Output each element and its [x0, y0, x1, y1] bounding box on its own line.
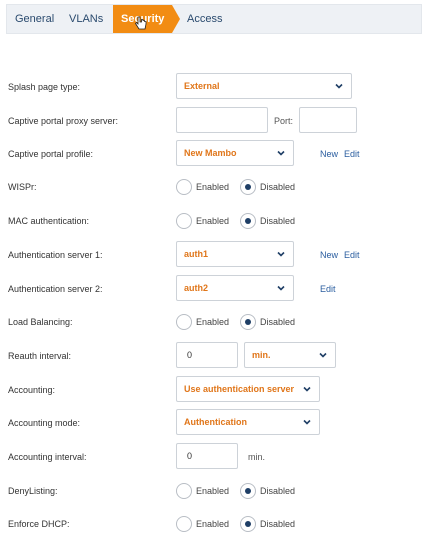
- port-input[interactable]: [299, 107, 357, 133]
- auth-server-2-edit-link[interactable]: Edit: [320, 275, 336, 303]
- accounting-interval-unit: min.: [248, 452, 266, 462]
- row-reauth-interval: Reauth interval: 0 min.: [0, 342, 427, 370]
- mac-auth-enabled-label: Enabled: [196, 216, 230, 226]
- load-balancing-label: Load Balancing:: [8, 317, 73, 327]
- accounting-label: Accounting:: [8, 385, 56, 395]
- accounting-interval-label: Accounting interval:: [8, 452, 87, 462]
- splash-page-type-select[interactable]: External: [176, 73, 352, 99]
- auth-server-1-select[interactable]: auth1: [176, 241, 294, 267]
- captive-profile-edit-link[interactable]: Edit: [344, 140, 360, 168]
- accounting-interval-input[interactable]: 0: [176, 443, 238, 469]
- splash-page-type-label: Splash page type:: [8, 82, 81, 92]
- chevron-down-icon: [277, 251, 285, 257]
- load-balancing-enabled-radio[interactable]: [176, 314, 192, 330]
- enforce-dhcp-enabled-label: Enabled: [196, 519, 230, 529]
- captive-proxy-label: Captive portal proxy server:: [8, 116, 119, 126]
- captive-profile-new-link[interactable]: New: [320, 140, 338, 168]
- captive-profile-label: Captive portal profile:: [8, 149, 94, 159]
- wispr-label: WISPr:: [8, 182, 37, 192]
- port-label: Port:: [274, 116, 294, 126]
- chevron-down-icon: [303, 419, 311, 425]
- enforce-dhcp-enabled-radio[interactable]: [176, 516, 192, 532]
- mac-auth-disabled-label: Disabled: [260, 216, 296, 226]
- chevron-down-icon: [335, 83, 343, 89]
- wispr-disabled-radio[interactable]: [240, 179, 256, 195]
- reauth-interval-value: 0: [187, 350, 193, 360]
- mac-auth-label: MAC authentication:: [8, 216, 90, 226]
- auth-server-2-select[interactable]: auth2: [176, 275, 294, 301]
- auth-server-2-value: auth2: [184, 283, 209, 293]
- row-auth-server-2: Authentication server 2: auth2 Edit: [0, 275, 427, 303]
- row-captive-portal-profile: Captive portal profile: New Mambo New Ed…: [0, 140, 427, 168]
- reauth-unit-value: min.: [252, 350, 271, 360]
- hand-cursor-icon: [135, 16, 147, 30]
- row-accounting: Accounting: Use authentication server: [0, 376, 427, 404]
- row-accounting-interval: Accounting interval: 0 min.: [0, 443, 427, 471]
- auth-server-1-value: auth1: [184, 249, 209, 259]
- row-wispr: WISPr: Enabled Disabled: [0, 173, 427, 201]
- captive-profile-value: New Mambo: [184, 148, 237, 158]
- row-accounting-mode: Accounting mode: Authentication: [0, 409, 427, 437]
- mac-auth-enabled-radio[interactable]: [176, 213, 192, 229]
- enforce-dhcp-disabled-radio[interactable]: [240, 516, 256, 532]
- wispr-enabled-radio[interactable]: [176, 179, 192, 195]
- deny-listing-enabled-label: Enabled: [196, 486, 230, 496]
- enforce-dhcp-label: Enforce DHCP:: [8, 519, 70, 529]
- auth-server-1-edit-link[interactable]: Edit: [344, 241, 360, 269]
- row-auth-server-1: Authentication server 1: auth1 New Edit: [0, 241, 427, 269]
- auth-server-1-new-link[interactable]: New: [320, 241, 338, 269]
- tab-bar: General VLANs Security Access: [6, 4, 422, 34]
- row-enforce-dhcp: Enforce DHCP: Enabled Disabled: [0, 510, 427, 538]
- accounting-mode-value: Authentication: [184, 417, 247, 427]
- load-balancing-disabled-label: Disabled: [260, 317, 296, 327]
- row-splash-page-type: Splash page type: External: [0, 73, 427, 101]
- accounting-select[interactable]: Use authentication server: [176, 376, 320, 402]
- row-mac-authentication: MAC authentication: Enabled Disabled: [0, 207, 427, 235]
- tab-vlans[interactable]: VLANs: [69, 5, 103, 33]
- wispr-enabled-label: Enabled: [196, 182, 230, 192]
- chevron-down-icon: [319, 352, 327, 358]
- captive-proxy-input[interactable]: [176, 107, 268, 133]
- chevron-down-icon: [277, 285, 285, 291]
- auth-server-2-label: Authentication server 2:: [8, 284, 103, 294]
- row-load-balancing: Load Balancing: Enabled Disabled: [0, 308, 427, 336]
- deny-listing-enabled-radio[interactable]: [176, 483, 192, 499]
- chevron-down-icon: [277, 150, 285, 156]
- accounting-mode-label: Accounting mode:: [8, 418, 81, 428]
- wispr-disabled-label: Disabled: [260, 182, 296, 192]
- tab-general[interactable]: General: [15, 5, 54, 33]
- reauth-interval-label: Reauth interval:: [8, 351, 72, 361]
- tab-access[interactable]: Access: [187, 5, 222, 33]
- reauth-unit-select[interactable]: min.: [244, 342, 336, 368]
- captive-profile-select[interactable]: New Mambo: [176, 140, 294, 166]
- row-captive-portal-proxy: Captive portal proxy server: Port:: [0, 107, 427, 135]
- row-deny-listing: DenyListing: Enabled Disabled: [0, 477, 427, 505]
- deny-listing-disabled-radio[interactable]: [240, 483, 256, 499]
- deny-listing-label: DenyListing:: [8, 486, 58, 496]
- load-balancing-enabled-label: Enabled: [196, 317, 230, 327]
- accounting-interval-value: 0: [187, 451, 193, 461]
- splash-page-type-value: External: [184, 81, 220, 91]
- auth-server-1-label: Authentication server 1:: [8, 250, 103, 260]
- reauth-interval-input[interactable]: 0: [176, 342, 238, 368]
- load-balancing-disabled-radio[interactable]: [240, 314, 256, 330]
- mac-auth-disabled-radio[interactable]: [240, 213, 256, 229]
- deny-listing-disabled-label: Disabled: [260, 486, 296, 496]
- chevron-down-icon: [303, 386, 311, 392]
- accounting-mode-select[interactable]: Authentication: [176, 409, 320, 435]
- enforce-dhcp-disabled-label: Disabled: [260, 519, 296, 529]
- accounting-value: Use authentication server: [184, 384, 295, 394]
